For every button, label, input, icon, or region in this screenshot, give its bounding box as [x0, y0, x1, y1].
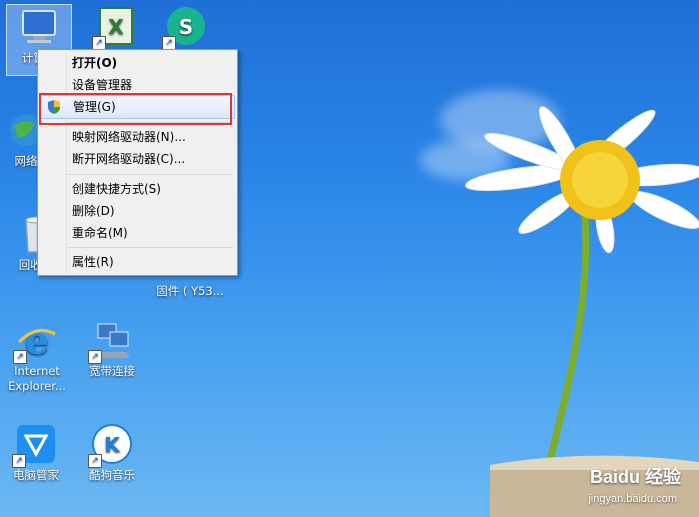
desktop-icon-label: 固件 ( Y53...: [156, 284, 224, 298]
menu-item-create-shortcut[interactable]: 创建快捷方式(S): [40, 178, 235, 200]
watermark-url: jingyan.baidu.com: [588, 493, 677, 505]
excel-icon: X ↗: [92, 4, 138, 50]
menu-item-label: 属性(R): [72, 255, 114, 269]
menu-item-label: 映射网络驱动器(N)...: [72, 130, 186, 144]
menu-item-properties[interactable]: 属性(R): [40, 251, 235, 273]
menu-item-label: 断开网络驱动器(C)...: [72, 152, 186, 166]
broadband-connection-icon: ↗: [88, 318, 134, 364]
desktop-icon-label: 电脑管家: [13, 468, 59, 482]
shortcut-arrow-icon: ↗: [88, 350, 102, 364]
desktop-icon-label: 宽带连接: [89, 364, 135, 378]
menu-item-label: 删除(D): [72, 204, 115, 218]
desktop-icon-label: 酷狗音乐: [89, 468, 135, 482]
shortcut-arrow-icon: ↗: [12, 454, 26, 468]
menu-item-disconnect-network-drive[interactable]: 断开网络驱动器(C)...: [40, 148, 235, 170]
svg-text:S: S: [179, 15, 193, 39]
desktop-icon-broadband[interactable]: ↗ 宽带连接: [80, 318, 144, 379]
menu-item-delete[interactable]: 删除(D): [40, 200, 235, 222]
desktop-icon-label: Internet Explorer...: [8, 364, 66, 393]
menu-item-map-network-drive[interactable]: 映射网络驱动器(N)...: [40, 126, 235, 148]
shortcut-arrow-icon: ↗: [88, 454, 102, 468]
desktop-icon-kugou-music[interactable]: K ↗ 酷狗音乐: [80, 422, 144, 483]
desktop-icon-pc-manager[interactable]: ↗ 电脑管家: [4, 422, 68, 483]
watermark-brand: Baidu 经验: [589, 467, 681, 487]
desktop-icon-excel[interactable]: X ↗: [84, 4, 148, 50]
menu-item-label: 重命名(M): [72, 226, 128, 240]
menu-separator: [68, 247, 233, 248]
desktop-icon-internet-explorer[interactable]: e ↗ Internet Explorer...: [4, 318, 70, 394]
svg-text:X: X: [108, 15, 124, 39]
pc-manager-icon: ↗: [12, 422, 58, 468]
menu-item-rename[interactable]: 重命名(M): [40, 222, 235, 244]
shortcut-arrow-icon: ↗: [92, 36, 106, 50]
annotation-highlight-box: [39, 93, 232, 125]
menu-item-open[interactable]: 打开(O): [40, 52, 235, 74]
svg-text:K: K: [104, 433, 121, 457]
context-menu: 打开(O) 设备管理器 管理(G) 映射网络驱动器(N)... 断开网络驱动器(…: [37, 49, 238, 276]
internet-explorer-icon: e ↗: [13, 318, 59, 364]
svg-text:e: e: [25, 318, 49, 362]
computer-icon: [17, 5, 61, 49]
security-app-icon: S ↗: [162, 4, 208, 50]
desktop-icon-app[interactable]: S ↗: [154, 4, 218, 50]
shortcut-arrow-icon: ↗: [13, 350, 27, 364]
menu-item-label: 创建快捷方式(S): [72, 182, 161, 196]
kugou-music-icon: K ↗: [88, 422, 134, 468]
shortcut-arrow-icon: ↗: [162, 36, 176, 50]
menu-item-label: 打开(O): [72, 56, 118, 70]
menu-separator: [68, 174, 233, 175]
